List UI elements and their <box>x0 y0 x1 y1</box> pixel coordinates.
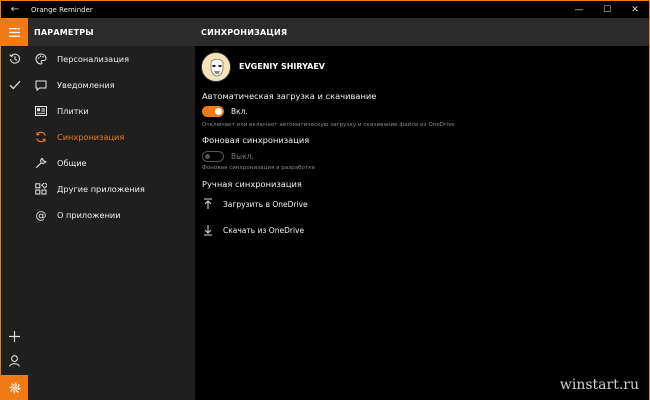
apps-icon <box>34 182 48 196</box>
manual-sync-title: Ручная синхронизация <box>202 179 302 189</box>
wrench-icon <box>34 156 48 170</box>
background-sync-toggle[interactable] <box>202 150 224 162</box>
sidebar-item-personalization[interactable]: Персонализация <box>28 46 195 72</box>
upload-onedrive-button[interactable]: Загрузить в OneDrive <box>202 196 308 212</box>
sidebar-item-tiles[interactable]: Плитки <box>28 98 195 124</box>
window-controls: — ☐ ✕ <box>565 1 649 18</box>
hamburger-icon <box>9 27 20 37</box>
history-icon <box>8 53 20 64</box>
auto-sync-title: Автоматическая загрузка и скачивание <box>202 91 377 101</box>
palette-icon <box>34 52 48 66</box>
sidebar-item-label: Другие приложения <box>57 184 145 194</box>
back-arrow-icon: ← <box>10 4 20 15</box>
settings-button[interactable] <box>1 375 28 400</box>
minimize-button[interactable]: — <box>565 1 593 18</box>
user-name: EVGENIY SHIRYAEV <box>239 62 325 71</box>
upload-onedrive-label: Загрузить в OneDrive <box>223 199 308 209</box>
sidebar-item-label: Синхронизация <box>57 132 125 142</box>
maximize-button[interactable]: ☐ <box>593 1 621 18</box>
person-icon <box>9 355 20 367</box>
sidebar-item-notifications[interactable]: Уведомления <box>28 72 195 98</box>
download-icon <box>202 224 214 236</box>
background-sync-hint: Фоновая синхронизация в разработке <box>202 165 316 171</box>
sync-icon <box>34 130 48 144</box>
auto-sync-toggle-row: Вкл. <box>202 105 248 117</box>
sidebar-item-other-apps[interactable]: Другие приложения <box>28 176 195 202</box>
settings-title: ПАРАМЕТРЫ <box>34 27 94 37</box>
back-button[interactable]: ← <box>1 1 29 18</box>
at-icon: @ <box>35 208 47 222</box>
upload-icon <box>202 198 214 210</box>
add-button[interactable] <box>1 324 28 348</box>
stormtrooper-avatar-icon <box>202 53 230 81</box>
title-bar: ← Orange Reminder — ☐ ✕ <box>1 1 649 18</box>
window-title: Orange Reminder <box>31 5 93 14</box>
sidebar-item-label: Уведомления <box>57 80 115 90</box>
section-title: СИНХРОНИЗАЦИЯ <box>201 27 288 37</box>
sidebar-item-label: Плитки <box>57 106 89 116</box>
background-sync-state-label: Выкл. <box>231 151 254 161</box>
sync-settings-panel: EVGENIY SHIRYAEV Автоматическая загрузка… <box>195 46 649 400</box>
sidebar-item-label: Общие <box>57 158 87 168</box>
download-onedrive-button[interactable]: Скачать из OneDrive <box>202 222 304 238</box>
sidebar-item-about[interactable]: @ О приложении <box>28 202 195 228</box>
download-onedrive-label: Скачать из OneDrive <box>223 225 305 235</box>
close-button[interactable]: ✕ <box>621 1 649 18</box>
navigation-rail <box>1 18 28 400</box>
background-sync-toggle-row: Выкл. <box>202 150 254 162</box>
sidebar-item-general[interactable]: Общие <box>28 150 195 176</box>
completed-button[interactable] <box>1 73 28 97</box>
settings-sidebar: Персонализация Уведомления Плитки Синхро… <box>28 46 195 400</box>
auto-sync-hint: Отключает или включает автоматическую за… <box>202 122 455 128</box>
avatar <box>201 52 231 82</box>
gear-icon <box>8 381 21 394</box>
page-header: ПАРАМЕТРЫ СИНХРОНИЗАЦИЯ <box>28 18 649 46</box>
add-icon <box>9 330 20 342</box>
message-icon <box>34 78 48 92</box>
sidebar-item-sync[interactable]: Синхронизация <box>28 124 195 150</box>
sidebar-item-label: Персонализация <box>57 54 130 64</box>
sidebar-item-label: О приложении <box>57 210 121 220</box>
app-window: ← Orange Reminder — ☐ ✕ ПАРАМЕТРЫ СИНХРО… <box>0 0 650 400</box>
auto-sync-state-label: Вкл. <box>231 106 248 116</box>
background-sync-title: Фоновая синхронизация <box>202 135 310 145</box>
watermark: winstart.ru <box>559 377 639 393</box>
tiles-icon <box>34 104 48 118</box>
account-button[interactable] <box>1 349 28 373</box>
history-button[interactable] <box>1 47 28 71</box>
hamburger-button[interactable] <box>1 18 28 46</box>
check-icon <box>9 80 20 90</box>
auto-sync-toggle[interactable] <box>202 105 224 117</box>
